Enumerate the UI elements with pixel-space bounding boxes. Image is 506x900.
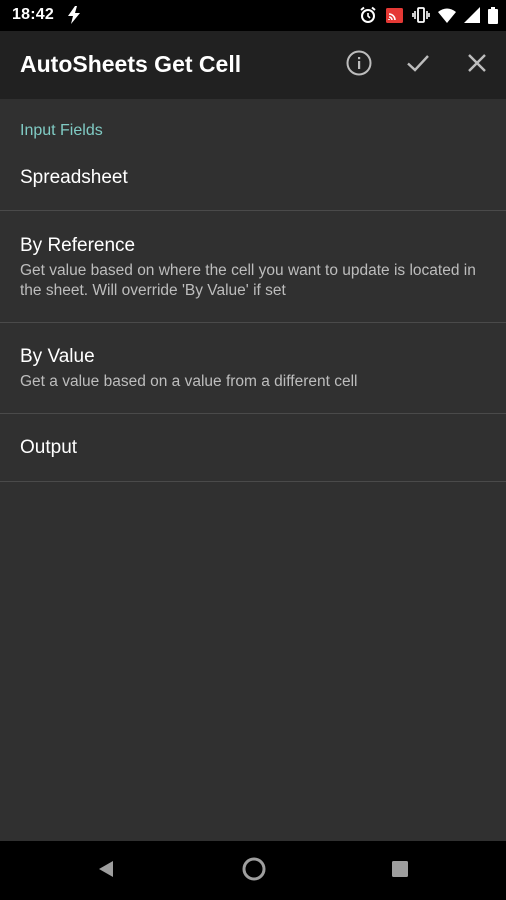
input-fields-list: Input Fields Spreadsheet By Reference Ge… — [0, 99, 506, 841]
item-title: Output — [20, 437, 78, 458]
status-time: 18:42 — [12, 6, 54, 23]
list-item-by-value[interactable]: By Value Get a value based on a value fr… — [0, 323, 506, 414]
item-title: By Value — [20, 346, 95, 367]
recents-button[interactable] — [386, 857, 414, 885]
list-item-output[interactable]: Output — [0, 414, 506, 482]
battery-icon — [488, 6, 498, 24]
info-icon — [346, 50, 372, 81]
info-button[interactable] — [345, 50, 373, 81]
item-title: Spreadsheet — [20, 167, 128, 188]
section-header: Input Fields — [20, 122, 103, 139]
close-icon — [465, 51, 489, 80]
status-icons — [359, 6, 498, 24]
item-title: By Reference — [20, 235, 136, 256]
list-item-by-reference[interactable]: By Reference Get value based on where th… — [0, 211, 506, 323]
item-subtitle: Get value based on where the cell you wa… — [20, 262, 476, 299]
item-subtitle: Get a value based on a value from a diff… — [20, 373, 358, 390]
signal-icon — [464, 7, 480, 23]
page-title: AutoSheets Get Cell — [20, 51, 242, 77]
list-item-spreadsheet[interactable]: Spreadsheet — [0, 150, 506, 211]
recents-icon — [390, 859, 410, 884]
home-button[interactable] — [240, 857, 268, 885]
vibrate-icon — [412, 7, 430, 23]
lightning-icon — [66, 6, 82, 24]
check-icon — [405, 50, 431, 81]
status-bar: 18:42 — [0, 0, 506, 31]
back-icon — [96, 859, 116, 884]
close-button[interactable] — [463, 51, 491, 79]
home-icon — [241, 856, 267, 887]
cast-icon — [385, 7, 404, 24]
alarm-icon — [359, 6, 377, 24]
check-button[interactable] — [404, 51, 432, 79]
navigation-bar — [0, 841, 506, 900]
back-button[interactable] — [92, 857, 120, 885]
app-bar: AutoSheets Get Cell — [0, 31, 506, 99]
wifi-icon — [438, 8, 456, 23]
